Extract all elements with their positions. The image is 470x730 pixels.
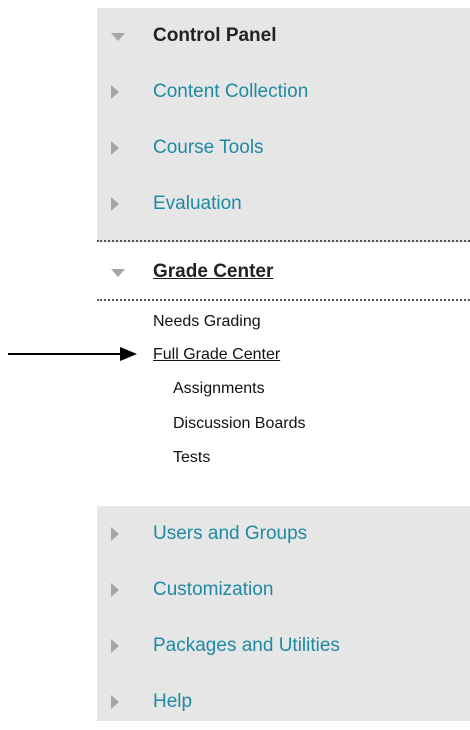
arrow-pointer-icon xyxy=(8,347,137,361)
divider xyxy=(97,240,470,242)
triangle-down-icon xyxy=(111,33,125,41)
control-panel-label: Control Panel xyxy=(153,25,277,46)
submenu-link-full-grade-center[interactable]: Full Grade Center xyxy=(153,345,280,365)
menu-item-help[interactable]: Help xyxy=(97,674,470,721)
control-panel-menu: Control Panel Content Collection Course … xyxy=(97,8,470,721)
grade-center-label: Grade Center xyxy=(153,261,274,282)
triangle-right-icon xyxy=(111,639,119,653)
menu-item-packages-and-utilities[interactable]: Packages and Utilities xyxy=(97,618,470,674)
submenu-link-tests[interactable]: Tests xyxy=(173,448,210,468)
triangle-right-icon xyxy=(111,197,119,211)
control-panel-header[interactable]: Control Panel xyxy=(97,8,470,64)
menu-item-grade-center[interactable]: Grade Center xyxy=(97,244,470,300)
submenu-link-assignments[interactable]: Assignments xyxy=(173,379,265,399)
menu-item-label: Help xyxy=(153,691,193,712)
submenu-link-needs-grading[interactable]: Needs Grading xyxy=(153,312,261,332)
menu-item-course-tools[interactable]: Course Tools xyxy=(97,120,470,176)
menu-item-label: Content Collection xyxy=(153,81,309,102)
triangle-right-icon xyxy=(111,583,119,597)
triangle-right-icon xyxy=(111,141,119,155)
menu-item-label: Evaluation xyxy=(153,193,242,214)
menu-item-content-collection[interactable]: Content Collection xyxy=(97,64,470,120)
menu-item-label: Customization xyxy=(153,579,274,600)
menu-item-label: Course Tools xyxy=(153,137,264,158)
triangle-right-icon xyxy=(111,85,119,99)
divider xyxy=(97,299,470,301)
menu-item-label: Packages and Utilities xyxy=(153,635,340,656)
menu-item-evaluation[interactable]: Evaluation xyxy=(97,176,470,242)
triangle-down-icon xyxy=(111,269,125,277)
menu-item-label: Users and Groups xyxy=(153,523,308,544)
menu-item-customization[interactable]: Customization xyxy=(97,562,470,618)
grade-center-submenu: Needs Grading Full Grade Center Assignme… xyxy=(97,302,470,486)
triangle-right-icon xyxy=(111,527,119,541)
submenu-link-discussion-boards[interactable]: Discussion Boards xyxy=(173,414,306,434)
menu-item-users-and-groups[interactable]: Users and Groups xyxy=(97,506,470,562)
triangle-right-icon xyxy=(111,695,119,709)
